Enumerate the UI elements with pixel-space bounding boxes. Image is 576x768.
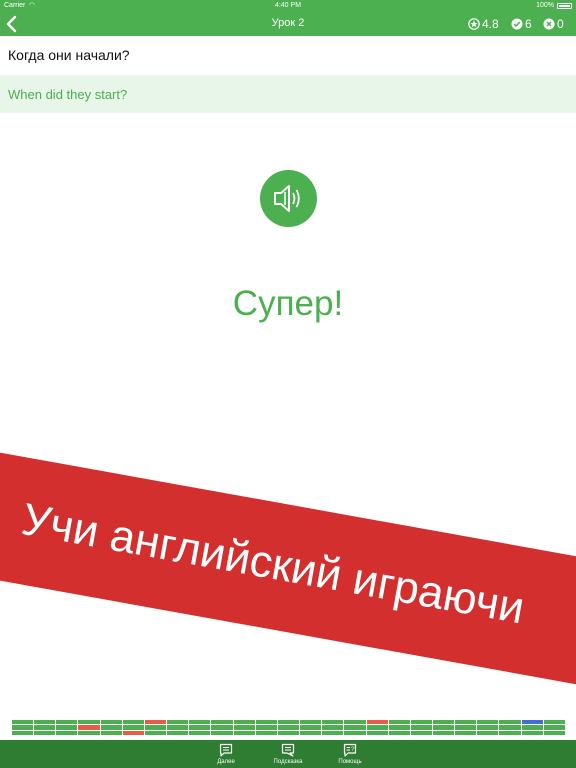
- progress-cell: [388, 720, 411, 736]
- progress-cell: [34, 720, 57, 736]
- feedback-text: Супер!: [232, 284, 344, 323]
- progress-segment: [100, 730, 122, 736]
- wrong-stat: 0: [543, 16, 564, 32]
- check-circle-icon: [511, 18, 523, 30]
- progress-segment: [344, 730, 366, 736]
- progress-segment: [12, 730, 34, 736]
- progress-cell: [167, 720, 190, 736]
- progress-cell: [277, 720, 301, 736]
- answer-panel: When did they start?: [0, 75, 576, 113]
- rating-value: 4.8: [482, 17, 499, 31]
- bottom-toolbar: Далее Подсказка ? Помощь: [0, 740, 576, 768]
- help-icon: ?: [343, 743, 357, 757]
- progress-segment: [432, 730, 455, 736]
- progress-segment: [189, 730, 211, 736]
- play-sound-button[interactable]: [260, 170, 317, 227]
- rating-stat: 4.8: [468, 16, 499, 32]
- progress-segment: [122, 730, 144, 736]
- progress-segment: [56, 730, 78, 736]
- progress-segment: [543, 730, 565, 736]
- correct-count: 6: [525, 17, 532, 31]
- progress-cell: [189, 720, 212, 736]
- progress-segment: [366, 730, 388, 736]
- progress-segment: [144, 730, 167, 736]
- progress-cell: [144, 720, 168, 736]
- hint-button[interactable]: Подсказка: [258, 742, 318, 765]
- next-button[interactable]: Далее: [196, 742, 256, 765]
- progress-segment: [455, 730, 477, 736]
- progress-cell: [366, 720, 389, 736]
- nav-bar: Урок 2 4.8 6 0: [0, 12, 576, 36]
- progress-segment: [477, 730, 499, 736]
- progress-segment: [211, 730, 233, 736]
- progress-segment: [388, 730, 410, 736]
- hint-label: Подсказка: [273, 759, 303, 765]
- progress-cell: [255, 720, 278, 736]
- chat-hint-icon: [281, 743, 295, 757]
- progress-cell: [100, 720, 123, 736]
- chat-next-icon: [219, 743, 233, 757]
- progress-segment: [34, 730, 56, 736]
- progress-cell: [78, 720, 101, 736]
- star-icon: [468, 18, 480, 30]
- progress-cell: [344, 720, 367, 736]
- correct-stat: 6: [511, 16, 532, 32]
- progress-cell: [211, 720, 234, 736]
- progress-cell: [477, 720, 500, 736]
- status-bar: Carrier ◠ 4:40 PM 100%: [0, 0, 576, 12]
- progress-segment: [277, 730, 300, 736]
- wrong-count: 0: [557, 17, 564, 31]
- battery-icon: [557, 3, 572, 9]
- question-text: Когда они начали?: [8, 47, 130, 63]
- progress-segment: [322, 730, 344, 736]
- progress-cell: [432, 720, 456, 736]
- progress-cell: [455, 720, 478, 736]
- answer-text: When did they start?: [8, 87, 128, 102]
- progress-cell: [543, 720, 566, 736]
- help-label: Помощь: [338, 759, 362, 765]
- progress-segment: [255, 730, 277, 736]
- help-button[interactable]: ? Помощь: [320, 742, 380, 765]
- progress-segment: [521, 730, 543, 736]
- progress-cell: [322, 720, 345, 736]
- progress-segment: [410, 730, 432, 736]
- progress-segment: [167, 730, 189, 736]
- progress-cell: [499, 720, 522, 736]
- progress-grid: [12, 720, 566, 736]
- progress-cell: [56, 720, 79, 736]
- progress-cell: [521, 720, 544, 736]
- battery-label: 100%: [536, 2, 554, 9]
- progress-segment: [78, 730, 100, 736]
- progress-cell: [122, 720, 145, 736]
- progress-cell: [233, 720, 256, 736]
- svg-text:?: ?: [351, 746, 355, 753]
- progress-cell: [300, 720, 323, 736]
- next-label: Далее: [217, 759, 235, 765]
- progress-cell: [12, 720, 35, 736]
- cross-circle-icon: [543, 18, 555, 30]
- progress-cell: [410, 720, 433, 736]
- progress-segment: [499, 730, 521, 736]
- question-panel: Когда они начали?: [0, 36, 576, 75]
- speaker-icon: [274, 185, 300, 212]
- progress-segment: [300, 730, 322, 736]
- clock-label: 4:40 PM: [274, 2, 302, 9]
- progress-segment: [233, 730, 255, 736]
